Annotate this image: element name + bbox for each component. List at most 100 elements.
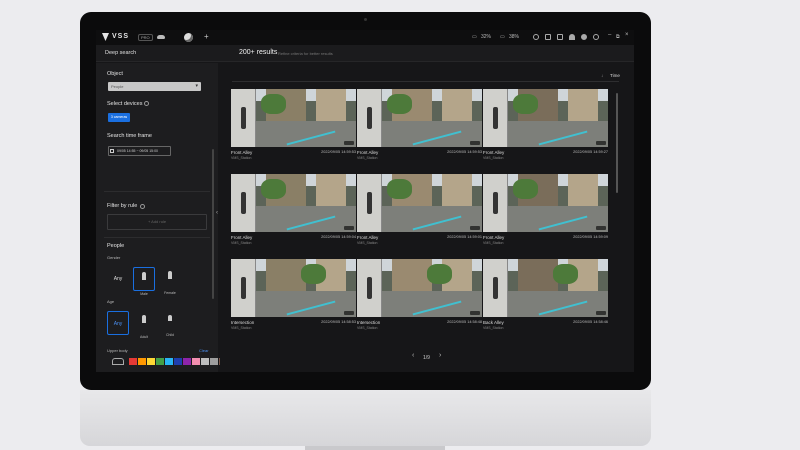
search-icon[interactable] bbox=[533, 34, 539, 40]
add-rule-button[interactable]: + Add rule bbox=[107, 214, 207, 230]
sort-time-button[interactable]: Time bbox=[610, 73, 620, 78]
bell-icon[interactable] bbox=[569, 34, 575, 40]
snapshot-thumbnail[interactable] bbox=[483, 89, 608, 147]
color-swatch[interactable] bbox=[201, 358, 209, 365]
color-swatch[interactable] bbox=[147, 358, 155, 365]
person-crop bbox=[231, 174, 256, 232]
cloud-icon[interactable] bbox=[157, 35, 165, 39]
color-swatch[interactable] bbox=[192, 358, 200, 365]
gender-male-option[interactable]: Male bbox=[133, 267, 155, 296]
app-window: VSS PRO + ▭ 32% ▭ 38% – ⧉ × Deep search … bbox=[96, 30, 634, 372]
next-page-icon[interactable]: › bbox=[439, 352, 441, 359]
result-hint: Refine criteria for better results bbox=[278, 51, 333, 56]
result-card[interactable]: Front Alley VMS_Station 2022/09/05 14:59:2… bbox=[483, 89, 608, 160]
color-swatch[interactable] bbox=[183, 358, 191, 365]
color-swatch[interactable] bbox=[138, 358, 146, 365]
thumb-tree bbox=[387, 93, 412, 114]
snapshot-thumbnail[interactable] bbox=[231, 174, 356, 232]
vss-logo-icon bbox=[102, 33, 109, 41]
select-devices-button[interactable]: 3 cameras bbox=[108, 113, 130, 122]
add-tab-button[interactable]: + bbox=[204, 32, 209, 41]
thumb-building bbox=[568, 89, 598, 124]
snapshot-thumbnail[interactable] bbox=[483, 259, 608, 317]
time-frame-input[interactable]: 09/05 14:55 ~ 09/05 15:00 bbox=[108, 146, 171, 156]
color-swatch[interactable] bbox=[156, 358, 164, 365]
source-name: VMS_Station bbox=[231, 326, 252, 330]
snapshot-thumbnail[interactable] bbox=[357, 259, 482, 317]
color-swatch[interactable] bbox=[129, 358, 137, 365]
results-scrollbar[interactable] bbox=[616, 93, 618, 193]
thumb-tree bbox=[261, 178, 286, 199]
person-crop bbox=[483, 259, 508, 317]
playback-icon[interactable] bbox=[596, 226, 606, 230]
result-card[interactable]: Front Alley VMS_Station 2022/09/05 14:59:0… bbox=[231, 174, 356, 245]
collapse-sidebar-icon[interactable]: ‹ bbox=[216, 210, 218, 216]
object-select[interactable]: People ▾ bbox=[108, 82, 201, 91]
filter-sidebar: Object People ▾ Select devices 3 cameras… bbox=[96, 63, 227, 372]
age-adult-option[interactable]: Adult bbox=[133, 311, 155, 339]
thumb-building bbox=[518, 259, 558, 294]
adult-icon bbox=[142, 315, 146, 323]
result-card[interactable]: Front Alley VMS_Station 2022/09/05 14:59:5… bbox=[357, 89, 482, 160]
result-card[interactable]: Front Alley VMS_Station 2022/09/05 14:59:5… bbox=[231, 89, 356, 160]
playback-icon[interactable] bbox=[470, 226, 480, 230]
source-name: VMS_Station bbox=[231, 241, 252, 245]
close-icon[interactable]: × bbox=[625, 32, 629, 38]
playback-icon[interactable] bbox=[344, 141, 354, 145]
minimize-icon[interactable]: – bbox=[608, 32, 611, 38]
snapshot-thumbnail[interactable] bbox=[231, 89, 356, 147]
grid-icon[interactable] bbox=[545, 34, 551, 40]
playback-icon[interactable] bbox=[470, 141, 480, 145]
monitor-icon[interactable] bbox=[557, 34, 563, 40]
info-icon[interactable] bbox=[144, 101, 149, 106]
user-icon[interactable] bbox=[593, 34, 599, 40]
result-card[interactable]: Front Alley VMS_Station 2022/09/05 14:59:0… bbox=[483, 174, 608, 245]
time-frame-label: Search time frame bbox=[107, 133, 152, 139]
devices-label: Select devices bbox=[107, 101, 143, 107]
child-icon bbox=[168, 315, 172, 321]
result-card[interactable]: Intersection VMS_Station 2022/09/05 14:58:… bbox=[357, 259, 482, 330]
playback-icon[interactable] bbox=[470, 311, 480, 315]
result-card[interactable]: Back Alley VMS_Station 2022/09/05 14:58:46 bbox=[483, 259, 608, 330]
source-name: VMS_Station bbox=[231, 156, 252, 160]
age-any-label: Any bbox=[113, 321, 123, 327]
object-select-value: People bbox=[111, 84, 124, 89]
playback-icon[interactable] bbox=[596, 141, 606, 145]
snapshot-thumbnail[interactable] bbox=[357, 89, 482, 147]
color-swatch[interactable] bbox=[174, 358, 182, 365]
gender-any-label: Any bbox=[113, 276, 123, 282]
color-swatch[interactable] bbox=[210, 358, 218, 365]
gender-female-label: Female bbox=[164, 291, 176, 295]
result-card[interactable]: Intersection VMS_Station 2022/09/05 14:58:… bbox=[231, 259, 356, 330]
thumb-building bbox=[442, 89, 472, 124]
age-adult-label: Adult bbox=[140, 335, 148, 339]
shirt-icon bbox=[112, 358, 124, 365]
playback-icon[interactable] bbox=[344, 226, 354, 230]
result-card[interactable]: Front Alley VMS_Station 2022/09/05 14:59:0… bbox=[357, 174, 482, 245]
page-title: Deep search bbox=[105, 50, 137, 56]
snapshot-thumbnail[interactable] bbox=[483, 174, 608, 232]
cpu-icon: ▭ bbox=[472, 34, 477, 40]
gender-female-option[interactable]: Female bbox=[159, 267, 181, 295]
thumb-tree bbox=[513, 178, 538, 199]
clear-colors-link[interactable]: Clear bbox=[199, 348, 209, 353]
prev-page-icon[interactable]: ‹ bbox=[412, 352, 414, 359]
gear-icon[interactable] bbox=[581, 34, 587, 40]
gender-any-option[interactable]: Any bbox=[107, 267, 129, 291]
sort-arrow-icon[interactable]: ↓ bbox=[601, 73, 603, 78]
brand-name: VSS bbox=[112, 33, 130, 40]
sidebar-scrollbar[interactable] bbox=[212, 149, 214, 299]
timestamp: 2022/09/05 14:58:48 bbox=[447, 320, 482, 324]
color-swatch[interactable] bbox=[165, 358, 173, 365]
age-any-option[interactable]: Any bbox=[107, 311, 129, 335]
playback-icon[interactable] bbox=[344, 311, 354, 315]
restore-icon[interactable]: ⧉ bbox=[616, 34, 620, 40]
age-child-option[interactable]: Child bbox=[159, 311, 181, 337]
snapshot-thumbnail[interactable] bbox=[231, 259, 356, 317]
snapshot-thumbnail[interactable] bbox=[357, 174, 482, 232]
info-icon[interactable] bbox=[140, 204, 145, 209]
playback-icon[interactable] bbox=[596, 311, 606, 315]
upper-body-label: Upper body bbox=[107, 348, 128, 353]
timestamp: 2022/09/05 14:59:53 bbox=[447, 150, 482, 154]
tab-deep-search-icon[interactable] bbox=[184, 33, 193, 42]
